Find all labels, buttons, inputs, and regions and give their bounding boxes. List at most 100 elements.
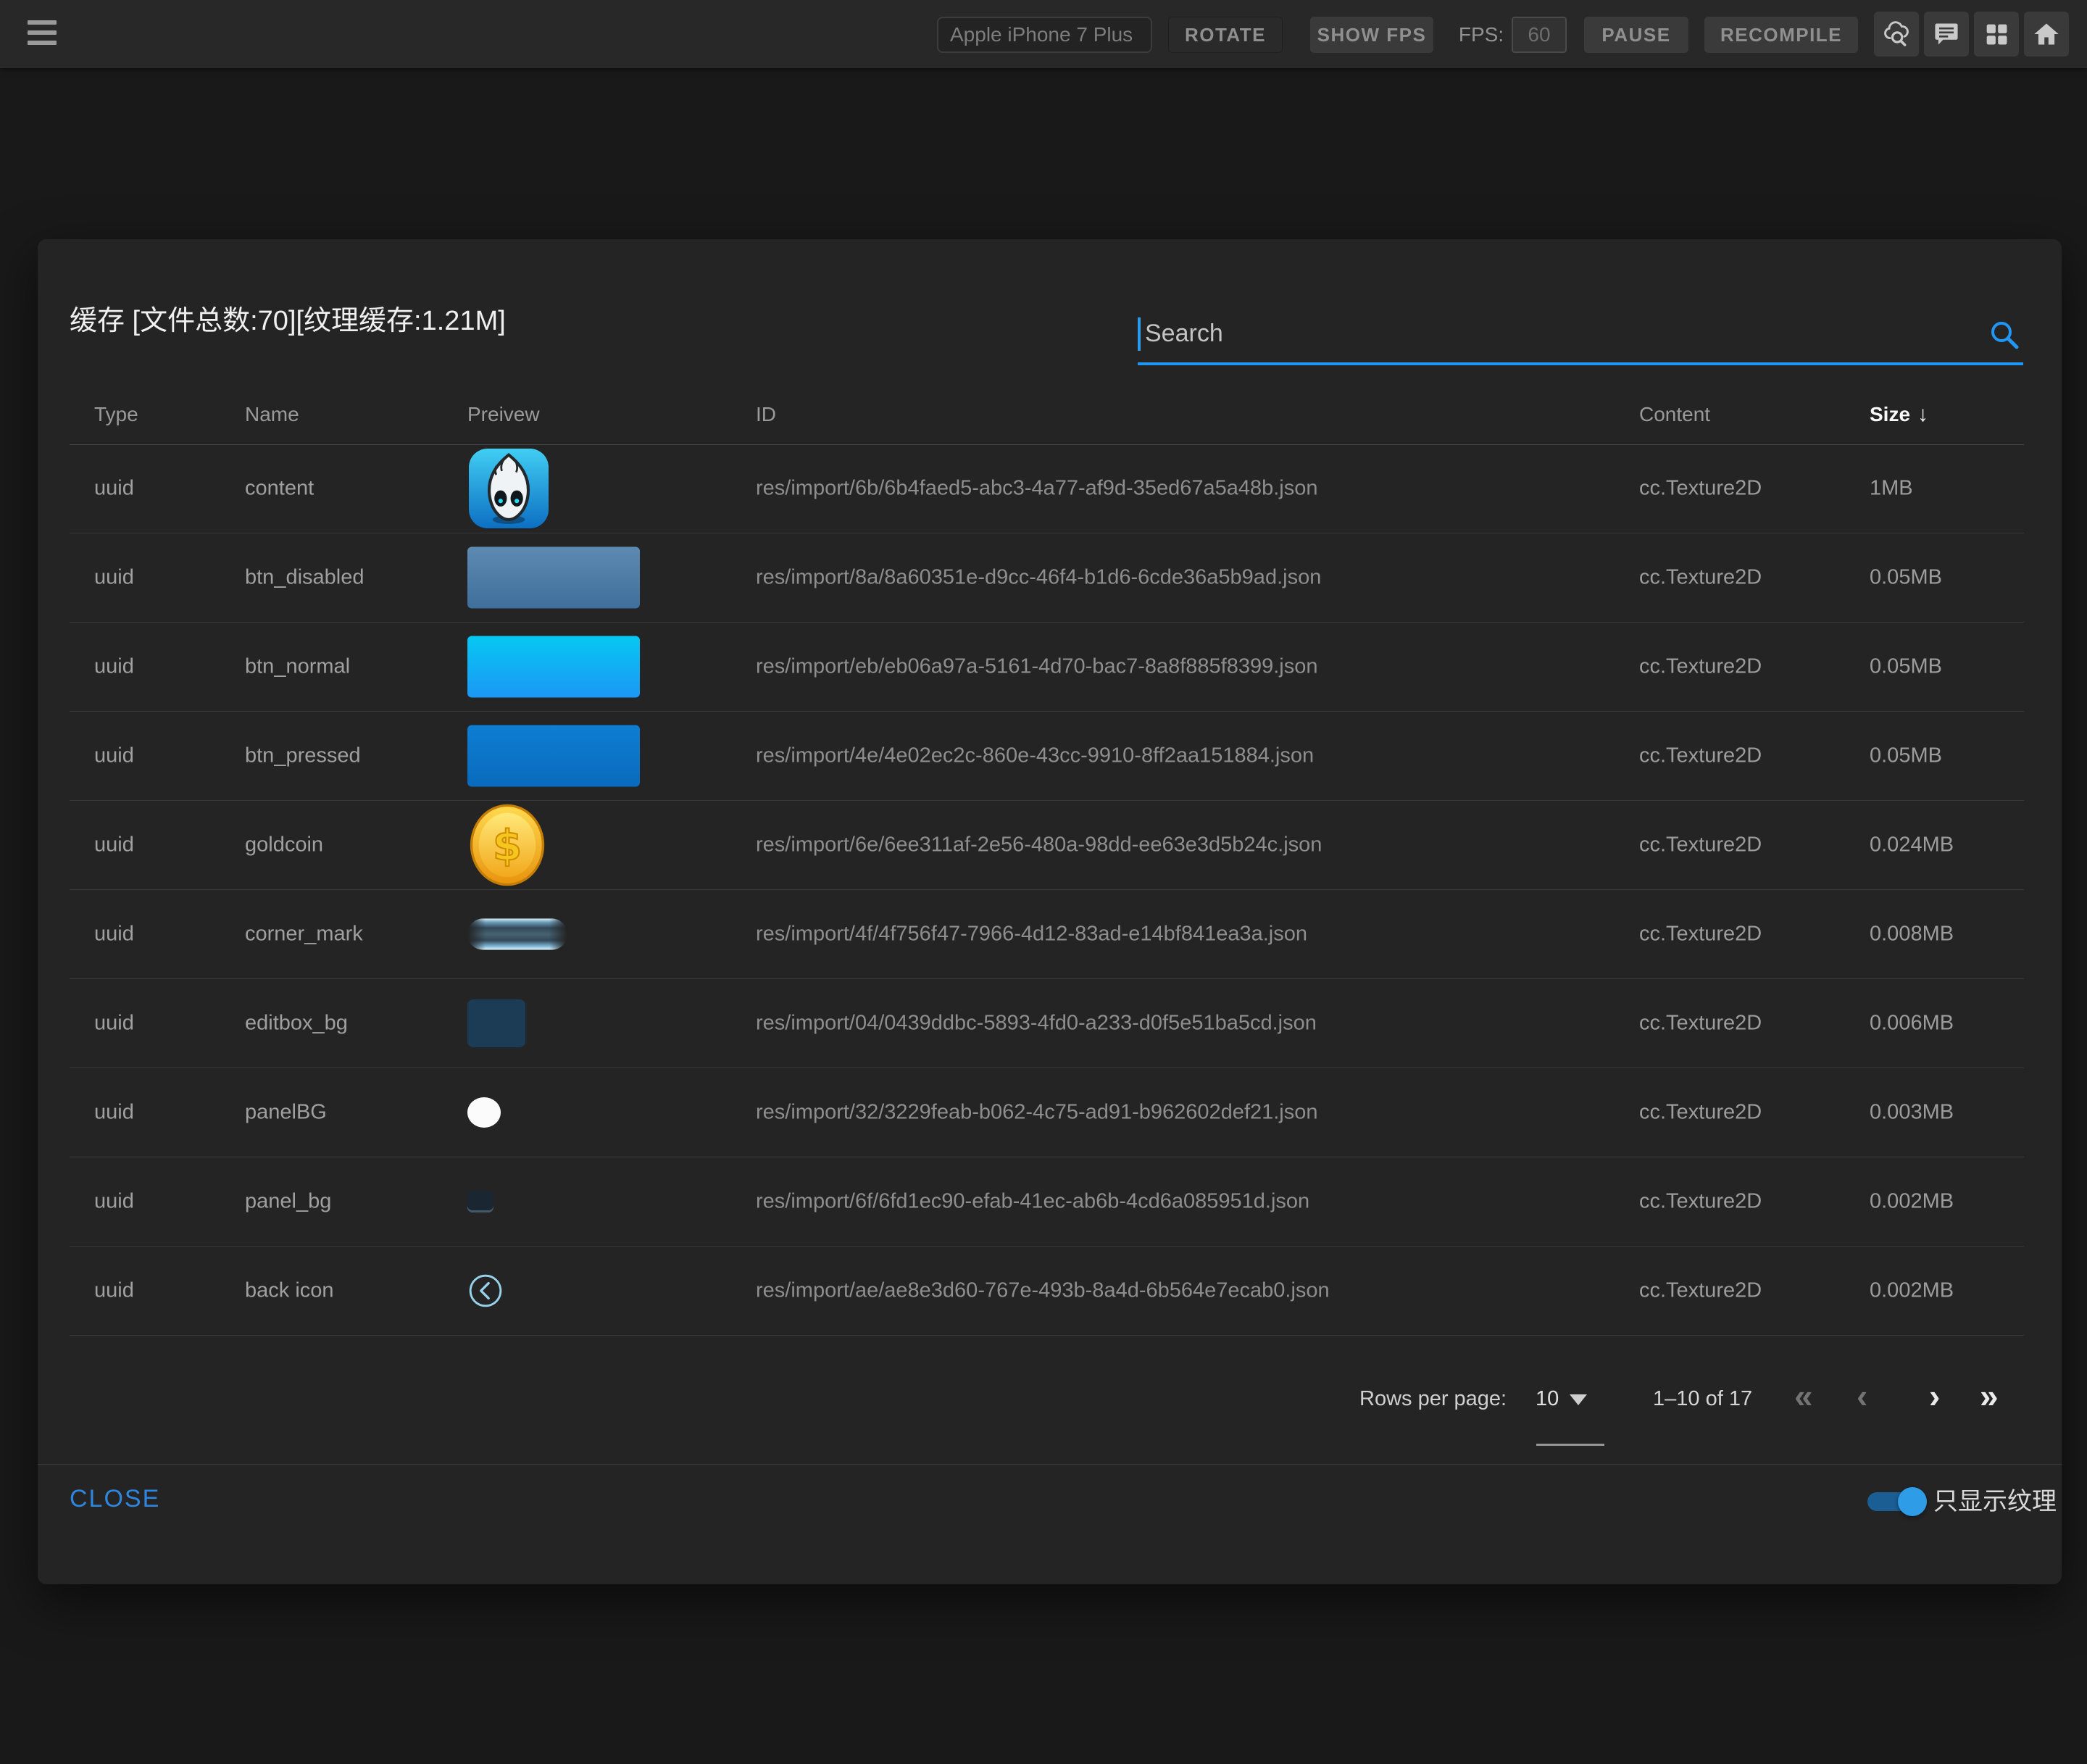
- first-page-icon[interactable]: «: [1794, 1376, 1813, 1416]
- table-body: uuid content res/import/6b/6b4faed5-abc3…: [70, 444, 2024, 1336]
- texture-only-toggle[interactable]: [1867, 1487, 1925, 1516]
- text-caret: [1138, 317, 1141, 351]
- cell-type: uuid: [94, 833, 134, 857]
- goldcoin-preview: $: [467, 803, 547, 887]
- last-page-icon[interactable]: »: [1980, 1376, 1999, 1416]
- cell-type: uuid: [94, 1101, 134, 1125]
- rows-per-page-select[interactable]: 10: [1536, 1383, 1630, 1415]
- cell-size: 0.05MB: [1870, 655, 1942, 679]
- cell-name: goldcoin: [245, 833, 323, 857]
- cell-name: panel_bg: [245, 1190, 331, 1214]
- cell-size: 0.002MB: [1870, 1279, 1954, 1303]
- cell-id: res/import/8a/8a60351e-d9cc-46f4-b1d6-6c…: [756, 566, 1321, 590]
- cell-type: uuid: [94, 1012, 134, 1036]
- cell-name: btn_pressed: [245, 744, 361, 768]
- cell-preview: [467, 1191, 493, 1212]
- recompile-button[interactable]: RECOMPILE: [1704, 17, 1858, 53]
- cell-content: cc.Texture2D: [1639, 744, 1762, 768]
- toggle-thumb: [1898, 1487, 1927, 1516]
- cell-preview: [467, 999, 525, 1047]
- header-size-sort[interactable]: Size ↓: [1870, 402, 1928, 427]
- close-button[interactable]: CLOSE: [70, 1481, 160, 1516]
- cell-preview: [467, 725, 640, 787]
- cell-id: res/import/4e/4e02ec2c-860e-43cc-9910-8f…: [756, 744, 1314, 768]
- btn-pressed-preview: [467, 725, 640, 787]
- table-row: uuid editbox_bg res/import/04/0439ddbc-5…: [70, 979, 2024, 1068]
- cell-type: uuid: [94, 1190, 134, 1214]
- show-fps-button[interactable]: SHOW FPS: [1310, 17, 1433, 53]
- footer-divider: [38, 1464, 2062, 1465]
- home-icon[interactable]: [2024, 12, 2069, 57]
- cell-type: uuid: [94, 655, 134, 679]
- cache-dialog: 缓存 [文件总数:70][纹理缓存:1.21M] Search Type Nam…: [38, 239, 2062, 1584]
- cell-preview: [467, 918, 567, 950]
- table-row: uuid btn_pressed res/import/4e/4e02ec2c-…: [70, 712, 2024, 801]
- simulator-screen: Apple iPhone 7 Plus ROTATE SHOW FPS FPS:…: [0, 0, 2087, 1764]
- cell-name: btn_disabled: [245, 566, 364, 590]
- fps-input[interactable]: 60: [1512, 17, 1567, 53]
- search-icon[interactable]: [1987, 317, 2022, 352]
- panel-bg-preview: [467, 1191, 493, 1212]
- header-size-label: Size: [1870, 403, 1910, 425]
- table-row: uuid content res/import/6b/6b4faed5-abc3…: [70, 444, 2024, 533]
- cache-grid-icon[interactable]: [1974, 12, 2019, 57]
- cell-size: 0.05MB: [1870, 566, 1942, 590]
- header-name: Name: [245, 403, 299, 426]
- table-header: Type Name Preivew ID Content Size↓: [70, 384, 2024, 445]
- rows-per-page-value: 10: [1536, 1387, 1559, 1410]
- cell-content: cc.Texture2D: [1639, 1101, 1762, 1125]
- menu-icon[interactable]: [28, 20, 58, 48]
- cell-name: corner_mark: [245, 923, 363, 947]
- svg-text:$: $: [493, 820, 522, 870]
- prev-page-icon[interactable]: ‹: [1857, 1376, 1867, 1416]
- chevron-down-icon: [1570, 1394, 1587, 1405]
- device-selector-value: Apple iPhone 7 Plus: [950, 23, 1133, 46]
- cell-size: 0.002MB: [1870, 1190, 1954, 1214]
- cell-type: uuid: [94, 744, 134, 768]
- btn-normal-preview: [467, 636, 640, 698]
- cell-preview: [467, 1273, 504, 1309]
- btn-disabled-preview: [467, 547, 640, 609]
- cell-id: res/import/6f/6fd1ec90-efab-41ec-ab6b-4c…: [756, 1190, 1309, 1214]
- table-row: uuid panel_bg res/import/6f/6fd1ec90-efa…: [70, 1157, 2024, 1247]
- header-content: Content: [1639, 403, 1710, 426]
- cell-content: cc.Texture2D: [1639, 833, 1762, 857]
- pause-button[interactable]: PAUSE: [1584, 17, 1688, 53]
- header-type: Type: [94, 403, 138, 426]
- table-row: uuid back icon res/import/ae/ae8e3d60-76…: [70, 1247, 2024, 1336]
- search-placeholder: Search: [1145, 320, 1223, 348]
- cell-type: uuid: [94, 566, 134, 590]
- cell-name: back icon: [245, 1279, 334, 1303]
- table-row: uuid goldcoin $ res/import/6e/6ee311af-2…: [70, 801, 2024, 890]
- pagination-range: 1–10 of 17: [1653, 1383, 1752, 1415]
- cell-id: res/import/32/3229feab-b062-4c75-ad91-b9…: [756, 1101, 1318, 1125]
- cell-content: cc.Texture2D: [1639, 923, 1762, 947]
- next-page-icon[interactable]: ›: [1929, 1376, 1940, 1416]
- cell-content: cc.Texture2D: [1639, 477, 1762, 501]
- device-selector[interactable]: Apple iPhone 7 Plus: [937, 17, 1152, 53]
- top-toolbar: Apple iPhone 7 Plus ROTATE SHOW FPS FPS:…: [0, 0, 2087, 68]
- sort-desc-icon: ↓: [1917, 402, 1928, 426]
- cell-id: res/import/ae/ae8e3d60-767e-493b-8a4d-6b…: [756, 1279, 1330, 1303]
- cell-preview: [467, 1097, 501, 1128]
- cell-size: 0.006MB: [1870, 1012, 1954, 1036]
- cell-name: btn_normal: [245, 655, 350, 679]
- cell-id: res/import/eb/eb06a97a-5161-4d70-bac7-8a…: [756, 655, 1318, 679]
- corner-mark-preview: [467, 918, 567, 950]
- rotate-button[interactable]: ROTATE: [1168, 17, 1283, 53]
- header-preview: Preivew: [467, 403, 540, 426]
- cell-size: 0.008MB: [1870, 923, 1954, 947]
- cell-type: uuid: [94, 923, 134, 947]
- fps-label: FPS:: [1459, 17, 1503, 53]
- cell-name: panelBG: [245, 1101, 327, 1125]
- search-input[interactable]: Search: [1138, 307, 2023, 365]
- cell-size: 0.003MB: [1870, 1101, 1954, 1125]
- texture-only-label: 只显示纹理: [1933, 1487, 2057, 1516]
- select-underline: [1536, 1444, 1604, 1446]
- cell-content: cc.Texture2D: [1639, 1190, 1762, 1214]
- cell-content: cc.Texture2D: [1639, 566, 1762, 590]
- cell-size: 1MB: [1870, 477, 1913, 501]
- inspect-icon[interactable]: [1874, 12, 1919, 57]
- console-icon[interactable]: [1924, 12, 1969, 57]
- cell-id: res/import/04/0439ddbc-5893-4fd0-a233-d0…: [756, 1012, 1317, 1036]
